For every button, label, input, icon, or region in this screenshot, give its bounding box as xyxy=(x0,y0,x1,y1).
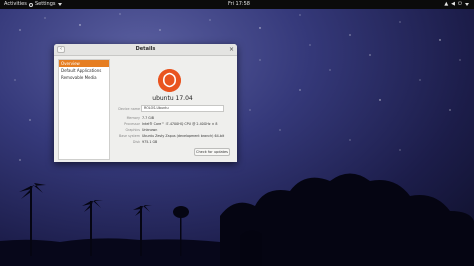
sidebar-item-removable-media[interactable]: Removable Media xyxy=(59,74,109,81)
disk-label: Disk xyxy=(132,140,140,144)
tree-silhouettes xyxy=(0,173,474,266)
titlebar: ‹ Details × xyxy=(54,44,237,56)
close-icon: × xyxy=(228,46,234,53)
overview-panel: ubuntu 17.04 Device name ROLOS-Ubuntu Me… xyxy=(112,59,233,158)
power-icon: ⏻ xyxy=(458,1,462,7)
chevron-down-icon xyxy=(57,3,62,6)
device-name-label: Device name xyxy=(118,107,140,111)
os-name: ubuntu 17.04 xyxy=(152,95,193,102)
sidebar-item-overview[interactable]: Overview xyxy=(59,60,109,67)
system-tray[interactable]: ▲ ◀ ⏻ xyxy=(444,0,469,9)
check-for-updates-button[interactable]: Check for updates xyxy=(194,148,230,156)
sidebar-item-default-applications[interactable]: Default Applications xyxy=(59,67,109,74)
volume-icon: ◀ xyxy=(451,1,456,7)
app-menu[interactable]: Settings xyxy=(29,0,62,9)
network-icon: ▲ xyxy=(444,1,449,7)
settings-icon xyxy=(29,2,33,7)
activities-button[interactable]: Activities xyxy=(4,0,27,9)
disk-value: 975.1 GB xyxy=(142,140,158,144)
ubuntu-logo xyxy=(158,69,181,92)
app-menu-label: Settings xyxy=(35,1,56,7)
info-row: Disk 975.1 GB xyxy=(112,139,233,145)
device-name-row: Device name ROLOS-Ubuntu xyxy=(112,105,233,112)
device-name-field[interactable]: ROLOS-Ubuntu xyxy=(141,105,224,112)
chevron-down-icon xyxy=(465,3,469,6)
details-window: ‹ Details × Overview Default Application… xyxy=(54,44,237,162)
close-button[interactable]: × xyxy=(229,46,234,53)
window-title: Details xyxy=(135,46,156,52)
top-bar: Activities Settings Fri 17:58 ▲ ◀ ⏻ xyxy=(0,0,474,9)
clock[interactable]: Fri 17:58 xyxy=(228,0,250,9)
